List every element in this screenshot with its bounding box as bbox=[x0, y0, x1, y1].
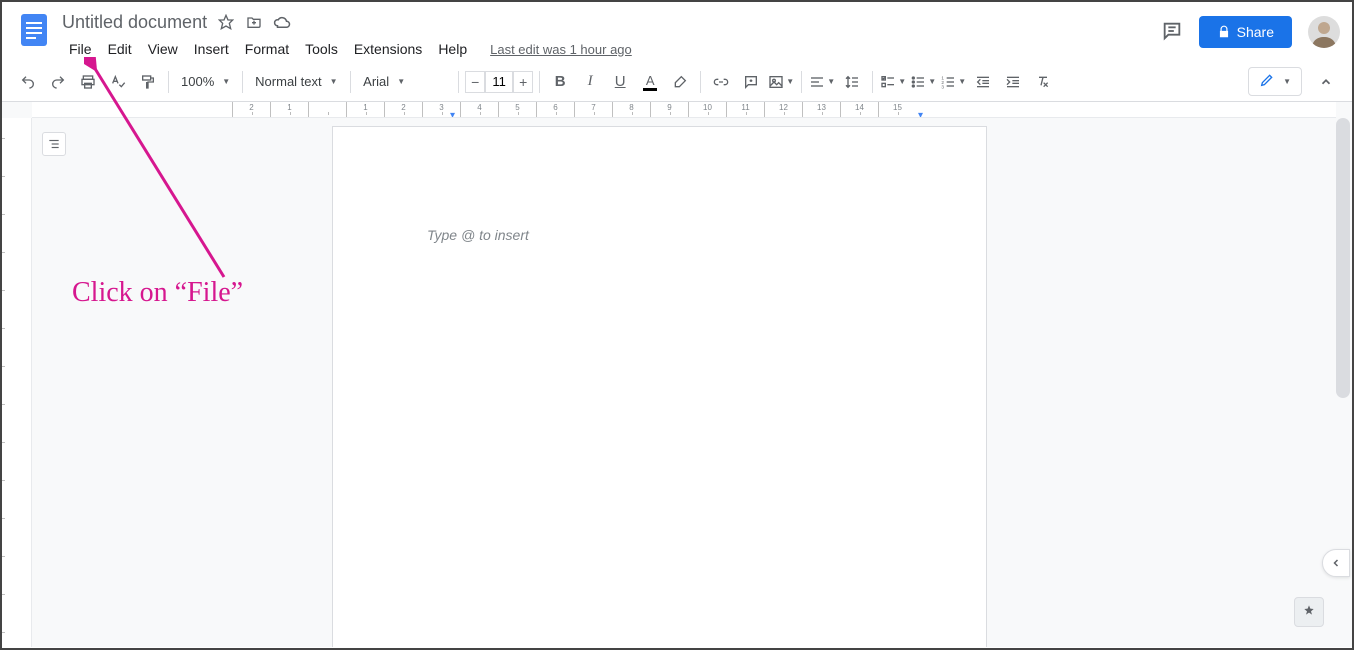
clear-formatting-button[interactable] bbox=[1029, 68, 1057, 96]
pencil-icon bbox=[1259, 72, 1275, 91]
lock-icon bbox=[1217, 25, 1231, 39]
chevron-down-icon: ▼ bbox=[397, 77, 405, 86]
share-button[interactable]: Share bbox=[1199, 16, 1292, 48]
toolbar: 100%▼ Normal text▼ Arial▼ − + B I U A ▼ … bbox=[2, 62, 1352, 102]
chevron-down-icon: ▼ bbox=[330, 77, 338, 86]
checklist-button[interactable]: ▼ bbox=[879, 68, 907, 96]
align-button[interactable]: ▼ bbox=[808, 68, 836, 96]
explore-button[interactable] bbox=[1294, 597, 1324, 627]
menu-help[interactable]: Help bbox=[431, 38, 474, 60]
vertical-ruler[interactable]: 211234567891011 bbox=[2, 118, 32, 647]
zoom-select[interactable]: 100%▼ bbox=[175, 69, 236, 95]
horizontal-ruler[interactable]: 21123456789101112131415 ▾ ▾ bbox=[32, 102, 1336, 118]
move-icon[interactable] bbox=[245, 13, 263, 31]
fontsize-increase[interactable]: + bbox=[513, 71, 533, 93]
line-spacing-button[interactable] bbox=[838, 68, 866, 96]
bullet-list-button[interactable]: ▼ bbox=[909, 68, 937, 96]
menu-format[interactable]: Format bbox=[238, 38, 296, 60]
menu-insert[interactable]: Insert bbox=[187, 38, 236, 60]
scrollbar-thumb[interactable] bbox=[1336, 118, 1350, 398]
chevron-down-icon: ▼ bbox=[1283, 77, 1291, 86]
highlight-button[interactable] bbox=[666, 68, 694, 96]
star-icon[interactable] bbox=[217, 13, 235, 31]
indent-marker-right[interactable]: ▾ bbox=[918, 110, 923, 118]
chevron-down-icon: ▼ bbox=[222, 77, 230, 86]
font-select[interactable]: Arial▼ bbox=[357, 69, 452, 95]
cloud-status-icon[interactable] bbox=[273, 13, 291, 31]
document-page[interactable]: Type @ to insert bbox=[332, 126, 987, 647]
redo-button[interactable] bbox=[44, 68, 72, 96]
style-select[interactable]: Normal text▼ bbox=[249, 69, 344, 95]
print-button[interactable] bbox=[74, 68, 102, 96]
fontsize-input[interactable] bbox=[485, 71, 513, 93]
undo-button[interactable] bbox=[14, 68, 42, 96]
editing-mode-select[interactable]: ▼ bbox=[1248, 67, 1302, 96]
last-edit-link[interactable]: Last edit was 1 hour ago bbox=[490, 42, 632, 57]
indent-increase-button[interactable] bbox=[999, 68, 1027, 96]
docs-logo[interactable] bbox=[14, 10, 54, 50]
side-panel-toggle[interactable] bbox=[1322, 549, 1350, 577]
page-placeholder: Type @ to insert bbox=[427, 227, 529, 243]
document-outline-button[interactable] bbox=[42, 132, 66, 156]
paint-format-button[interactable] bbox=[134, 68, 162, 96]
spellcheck-button[interactable] bbox=[104, 68, 132, 96]
menu-edit[interactable]: Edit bbox=[101, 38, 139, 60]
indent-marker-left[interactable]: ▾ bbox=[450, 110, 455, 118]
account-avatar[interactable] bbox=[1308, 16, 1340, 48]
indent-decrease-button[interactable] bbox=[969, 68, 997, 96]
fontsize-decrease[interactable]: − bbox=[465, 71, 485, 93]
menu-view[interactable]: View bbox=[141, 38, 185, 60]
insert-link-button[interactable] bbox=[707, 68, 735, 96]
bold-button[interactable]: B bbox=[546, 68, 574, 96]
hide-menus-button[interactable] bbox=[1312, 68, 1340, 96]
insert-image-button[interactable]: ▼ bbox=[767, 68, 795, 96]
comments-icon[interactable] bbox=[1161, 20, 1183, 45]
menu-tools[interactable]: Tools bbox=[298, 38, 345, 60]
share-label: Share bbox=[1237, 24, 1274, 40]
menu-extensions[interactable]: Extensions bbox=[347, 38, 429, 60]
svg-text:3: 3 bbox=[942, 84, 945, 89]
numbered-list-button[interactable]: 123▼ bbox=[939, 68, 967, 96]
menu-file[interactable]: File bbox=[62, 38, 99, 60]
insert-comment-button[interactable] bbox=[737, 68, 765, 96]
document-title[interactable]: Untitled document bbox=[62, 12, 207, 33]
underline-button[interactable]: U bbox=[606, 68, 634, 96]
text-color-button[interactable]: A bbox=[636, 68, 664, 96]
italic-button[interactable]: I bbox=[576, 68, 604, 96]
